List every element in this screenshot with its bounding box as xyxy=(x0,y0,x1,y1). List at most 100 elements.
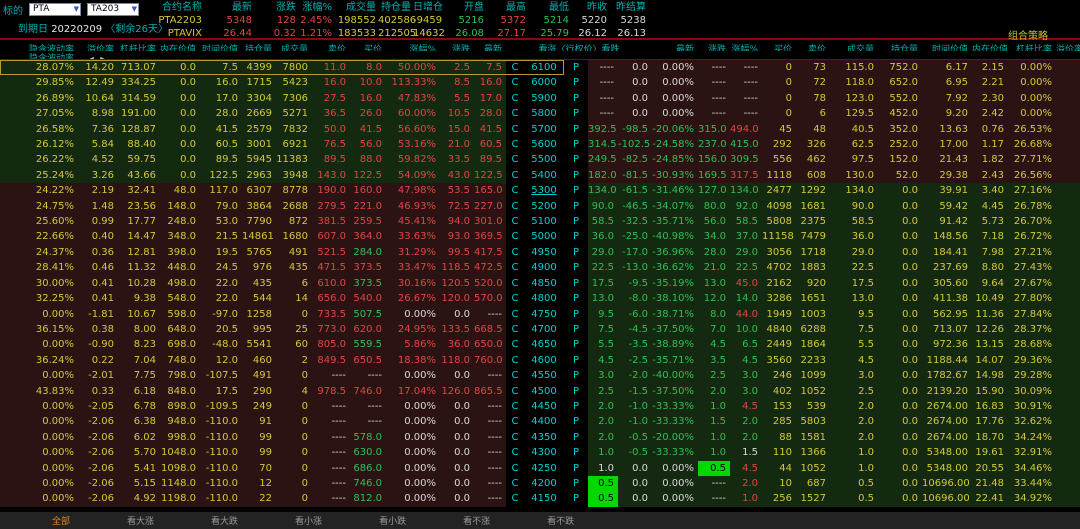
put-column-header[interactable]: 成交量 xyxy=(830,42,878,51)
call-cell: 8.0 xyxy=(350,60,386,75)
call-cell: -110.0 xyxy=(200,461,242,476)
put-cell: 0.0 xyxy=(878,337,922,352)
put-column-header[interactable]: 持仓量 xyxy=(878,42,922,51)
call-column-header[interactable]: 最新 xyxy=(474,42,506,51)
call-column-header[interactable]: 溢价率 xyxy=(78,42,118,51)
option-row-4900[interactable]: 28.41%0.4611.32448.024.5976435471.5373.5… xyxy=(0,260,1080,275)
chevron-down-icon: ▼ xyxy=(132,6,137,13)
underlying-select[interactable]: PTA ▼ xyxy=(29,3,81,16)
put-cell: 314.5 xyxy=(588,137,618,152)
option-row-4150[interactable]: 0.00%-2.064.921198.0-110.0220----812.00.… xyxy=(0,491,1080,506)
option-row-4400[interactable]: 0.00%-2.066.38948.0-110.0910--------0.00… xyxy=(0,414,1080,429)
option-row-4550[interactable]: 0.00%-2.017.75798.0-107.54910--------0.0… xyxy=(0,368,1080,383)
option-row-4250[interactable]: 0.00%-2.065.411098.0-110.0700----686.00.… xyxy=(0,461,1080,476)
call-column-header[interactable]: 涨跌 xyxy=(440,42,474,51)
option-row-4750[interactable]: 0.00%-1.8110.67598.0-97.012580733.5507.5… xyxy=(0,307,1080,322)
put-cell: 78 xyxy=(796,91,830,106)
call-cell: 190.0 xyxy=(312,183,350,198)
contract-select[interactable]: TA203 ▼ xyxy=(87,3,139,16)
put-column-header[interactable]: 时间价值 xyxy=(922,42,972,51)
tab-看大跌[interactable]: 看大跌 xyxy=(211,514,238,527)
call-column-header[interactable]: 隐含波动率 xyxy=(0,42,78,51)
option-row-5700[interactable]: 26.58%7.36128.870.041.52579783250.041.55… xyxy=(0,122,1080,137)
call-cell: 26.89% xyxy=(0,91,78,106)
option-row-4450[interactable]: 0.00%-2.056.78898.0-109.52490--------0.0… xyxy=(0,399,1080,414)
option-row-5400[interactable]: 25.24%3.2643.660.0122.529633948143.0122.… xyxy=(0,168,1080,183)
scroll-columns-arrows[interactable]: ◀ ▶ xyxy=(78,51,118,60)
call-cell: 118.0 xyxy=(440,353,474,368)
option-row-4700[interactable]: 36.15%0.388.00648.020.599525773.0620.024… xyxy=(0,322,1080,337)
option-row-6100[interactable]: 28.07%14.20713.070.07.54399780011.08.050… xyxy=(0,60,1080,75)
call-column-header[interactable]: 买价 xyxy=(350,42,386,51)
put-cell: 3286 xyxy=(762,291,796,306)
option-row-4300[interactable]: 0.00%-2.065.701048.0-110.0990----630.00.… xyxy=(0,445,1080,460)
call-column-header[interactable]: 卖价 xyxy=(312,42,350,51)
call-cell: 26.22% xyxy=(0,152,78,167)
option-row-5000[interactable]: 22.66%0.4014.47348.021.5148611680607.036… xyxy=(0,229,1080,244)
option-row-4600[interactable]: 36.24%0.227.04748.012.04602849.5650.518.… xyxy=(0,353,1080,368)
put-cell: -0.5 xyxy=(618,430,652,445)
put-column-header[interactable]: 涨幅% xyxy=(730,42,762,51)
put-cell: 3.40 xyxy=(972,183,1008,198)
put-cell: 2.21 xyxy=(972,75,1008,90)
tab-看小跌[interactable]: 看小跌 xyxy=(379,514,406,527)
call-column-header[interactable]: 时间价值 xyxy=(200,42,242,51)
put-column-header[interactable]: 溢价率 xyxy=(1056,42,1080,51)
put-cell: 0 xyxy=(762,75,796,90)
call-cell: 33.5 xyxy=(440,152,474,167)
option-row-5800[interactable]: 27.05%8.98191.000.028.02669527136.526.06… xyxy=(0,106,1080,121)
put-cell: 34.0 xyxy=(698,229,730,244)
option-row-5900[interactable]: 26.89%10.64314.590.017.03304730627.516.0… xyxy=(0,91,1080,106)
tab-看小涨[interactable]: 看小涨 xyxy=(295,514,322,527)
put-flag: P xyxy=(564,276,588,291)
option-row-4200[interactable]: 0.00%-2.065.151148.0-110.0120----746.00.… xyxy=(0,476,1080,491)
put-column-header[interactable]: 内在价值 xyxy=(972,42,1008,51)
option-row-5100[interactable]: 25.60%0.9917.77248.053.07790872381.5259.… xyxy=(0,214,1080,229)
option-row-4950[interactable]: 24.37%0.3612.81398.019.55765491521.5284.… xyxy=(0,245,1080,260)
put-column-header[interactable]: 最新 xyxy=(652,42,698,51)
put-cell: -2.0 xyxy=(618,368,652,383)
put-cell: 27.80% xyxy=(1008,291,1056,306)
put-column-header[interactable]: 涨跌 xyxy=(698,42,730,51)
call-column-header[interactable]: 杠杆比率 xyxy=(118,42,160,51)
tab-看不涨[interactable]: 看不涨 xyxy=(463,514,490,527)
option-row-4800[interactable]: 32.25%0.419.38548.022.054414656.0540.026… xyxy=(0,291,1080,306)
put-column-header[interactable]: 买价 xyxy=(762,42,796,51)
put-column-header[interactable]: 卖价 xyxy=(796,42,830,51)
option-row-4500[interactable]: 43.83%0.336.18848.017.52904978.5746.017.… xyxy=(0,384,1080,399)
option-row-5600[interactable]: 26.12%5.8488.400.060.53001692176.556.053… xyxy=(0,137,1080,152)
put-cell: 1366 xyxy=(796,445,830,460)
call-cell: 1.48 xyxy=(78,199,118,214)
option-row-5500[interactable]: 26.22%4.5259.750.089.559451138389.588.05… xyxy=(0,152,1080,167)
put-flag: P xyxy=(564,245,588,260)
call-cell: 41.5 xyxy=(474,122,506,137)
strategy-button[interactable]: 组合策略 xyxy=(1008,27,1048,42)
option-row-4650[interactable]: 0.00%-0.908.23698.0-48.0554160805.0559.5… xyxy=(0,337,1080,352)
put-cell: 17.5 xyxy=(588,276,618,291)
tab-全部[interactable]: 全部 xyxy=(52,514,70,527)
put-cell: 1188.44 xyxy=(922,353,972,368)
option-row-4350[interactable]: 0.00%-2.066.02998.0-110.0990----578.00.0… xyxy=(0,430,1080,445)
contract-value: -9459 xyxy=(413,14,444,27)
put-column-header[interactable]: 隐含波动率 xyxy=(0,51,78,60)
call-column-header[interactable]: 内在价值 xyxy=(160,42,200,51)
strike-column-header[interactable]: 看涨〈行权价〉看跌 xyxy=(506,42,652,51)
call-cell: 14 xyxy=(276,291,312,306)
tab-看大涨[interactable]: 看大涨 xyxy=(127,514,154,527)
call-cell: -2.06 xyxy=(78,414,118,429)
put-cell: 28.68% xyxy=(1008,337,1056,352)
option-row-4850[interactable]: 30.00%0.4110.28498.022.04356610.0373.530… xyxy=(0,276,1080,291)
call-cell: 2 xyxy=(276,353,312,368)
call-cell: 28.0 xyxy=(200,106,242,121)
call-column-header[interactable]: 涨幅% xyxy=(386,42,440,51)
option-row-6000[interactable]: 29.85%12.49334.250.016.01715542316.010.0… xyxy=(0,75,1080,90)
put-column-header[interactable]: 杠杆比率 xyxy=(1008,42,1056,51)
put-cell: 127.0 xyxy=(698,183,730,198)
call-column-header[interactable]: 成交量 xyxy=(276,42,312,51)
option-row-5300[interactable]: 24.22%2.1932.4148.0117.063078778190.0160… xyxy=(0,183,1080,198)
put-cell: 1.0 xyxy=(588,461,618,476)
row-spacer xyxy=(1056,291,1080,306)
tab-看不跌[interactable]: 看不跌 xyxy=(547,514,574,527)
call-column-header[interactable]: 持仓量 xyxy=(242,42,276,51)
option-row-5200[interactable]: 24.75%1.4823.56148.079.038642688279.5221… xyxy=(0,199,1080,214)
